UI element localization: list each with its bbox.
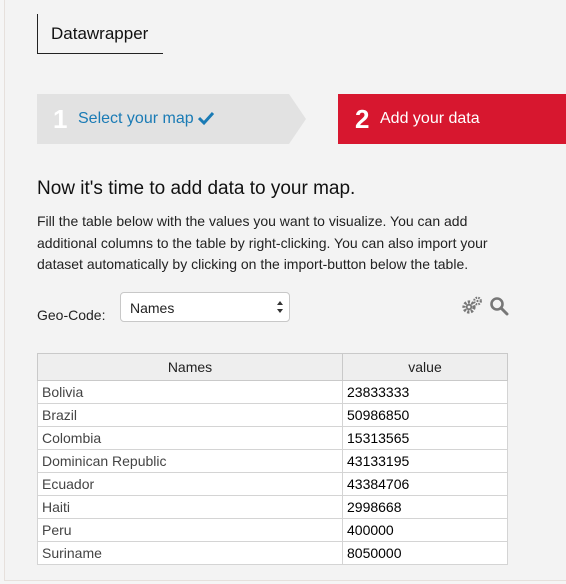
cell-value[interactable]: 2998668 xyxy=(342,495,508,519)
step-label: Add your data xyxy=(380,110,480,127)
cell-value[interactable]: 15313565 xyxy=(342,426,508,450)
column-header-value[interactable]: value xyxy=(342,353,508,381)
step-number: 2 xyxy=(355,104,370,134)
cell-value[interactable]: 43133195 xyxy=(342,449,508,473)
table-row: Brazil 50986850 xyxy=(37,403,508,427)
table-header-row: Names value xyxy=(37,353,508,381)
page-title: Now it's time to add data to your map. xyxy=(37,178,356,199)
column-header-names[interactable]: Names xyxy=(37,353,343,381)
select-arrows-icon xyxy=(277,301,283,313)
step-number: 1 xyxy=(53,104,68,134)
step-select-map[interactable]: 1 Select your map xyxy=(37,94,306,144)
cell-name[interactable]: Colombia xyxy=(37,426,343,450)
step-label: Select your map xyxy=(78,110,194,127)
table-row: Peru 400000 xyxy=(37,518,508,542)
brand-logo[interactable]: Datawrapper xyxy=(37,14,163,54)
geocode-select[interactable]: Names xyxy=(120,292,290,322)
gear-icon[interactable] xyxy=(461,296,483,316)
search-icon[interactable] xyxy=(489,296,509,316)
cell-value[interactable]: 400000 xyxy=(342,518,508,542)
cell-name[interactable]: Brazil xyxy=(37,403,343,427)
cell-name[interactable]: Haiti xyxy=(37,495,343,519)
cell-name[interactable]: Bolivia xyxy=(37,380,343,404)
geocode-selected-value: Names xyxy=(130,300,175,316)
table-row: Bolivia 23833333 xyxy=(37,380,508,404)
cell-value[interactable]: 8050000 xyxy=(342,541,508,565)
cell-value[interactable]: 43384706 xyxy=(342,472,508,496)
cell-name[interactable]: Peru xyxy=(37,518,343,542)
cell-value[interactable]: 50986850 xyxy=(342,403,508,427)
table-row: Suriname 8050000 xyxy=(37,541,508,565)
checkmark-icon xyxy=(198,111,214,126)
cell-name[interactable]: Suriname xyxy=(37,541,343,565)
cell-name[interactable]: Ecuador xyxy=(37,472,343,496)
geocode-label: Geo-Code: xyxy=(37,307,106,323)
data-table[interactable]: Names value Bolivia 23833333 Brazil 5098… xyxy=(37,353,508,565)
step-add-data[interactable]: 2 Add your data xyxy=(338,94,566,144)
table-row: Ecuador 43384706 xyxy=(37,472,508,496)
cell-name[interactable]: Dominican Republic xyxy=(37,449,343,473)
table-row: Dominican Republic 43133195 xyxy=(37,449,508,473)
cell-value[interactable]: 23833333 xyxy=(342,380,508,404)
table-row: Haiti 2998668 xyxy=(37,495,508,519)
intro-text: Fill the table below with the values you… xyxy=(37,213,488,272)
table-row: Colombia 15313565 xyxy=(37,426,508,450)
